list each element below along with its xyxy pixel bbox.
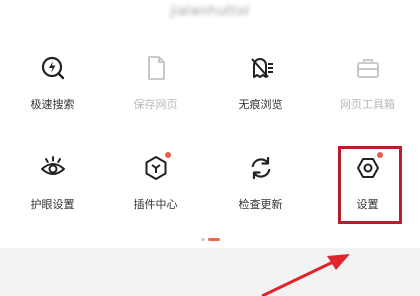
bottom-panel xyxy=(0,248,420,296)
eye-care-item[interactable]: 护眼设置 xyxy=(0,148,105,228)
incognito-item[interactable]: 无痕浏览 xyxy=(208,48,313,128)
check-update-item[interactable]: 检查更新 xyxy=(208,148,313,228)
eye-icon xyxy=(33,148,73,188)
toolbox-icon xyxy=(348,48,388,88)
page-dot xyxy=(200,237,205,241)
plugin-badge xyxy=(164,152,171,158)
page-indicator xyxy=(0,236,420,242)
save-page-label: 保存网页 xyxy=(133,98,178,111)
plugin-center-label: 插件中心 xyxy=(133,198,178,211)
plugin-icon xyxy=(136,148,176,188)
fast-search-icon xyxy=(33,48,73,88)
incognito-icon xyxy=(241,48,281,88)
fast-search-item[interactable]: 极速搜索 xyxy=(0,48,105,128)
toolbox-label: 网页工具箱 xyxy=(340,98,395,111)
incognito-label: 无痕浏览 xyxy=(238,98,283,111)
toolbox-item[interactable]: 网页工具箱 xyxy=(315,48,420,128)
fast-search-label: 极速搜索 xyxy=(30,98,75,111)
save-page-item[interactable]: 保存网页 xyxy=(103,48,208,128)
check-update-label: 检查更新 xyxy=(238,198,283,211)
username-header: jialanhuttol xyxy=(0,0,420,22)
settings-highlight-box xyxy=(338,146,402,224)
save-page-icon xyxy=(136,48,176,88)
page-dot-active xyxy=(207,237,220,241)
plugin-center-item[interactable]: 插件中心 xyxy=(103,148,208,228)
username-text: jialanhuttol xyxy=(170,3,250,19)
refresh-icon xyxy=(241,148,281,188)
eye-care-label: 护眼设置 xyxy=(30,198,75,211)
